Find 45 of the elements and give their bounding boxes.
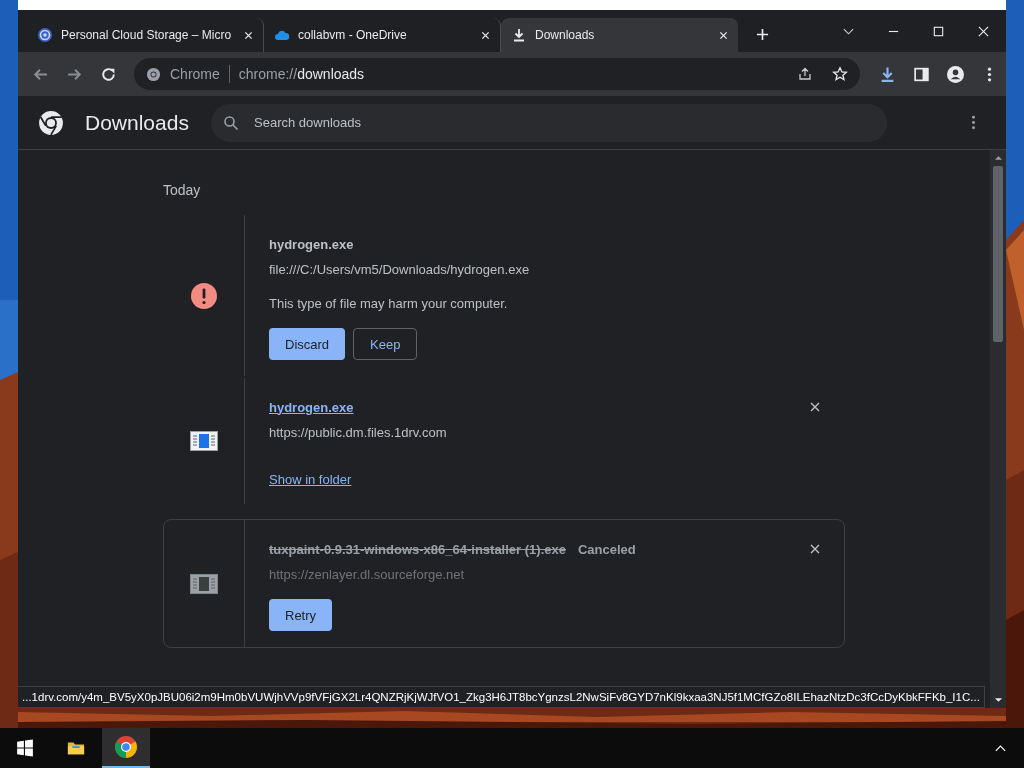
- search-icon: [223, 114, 239, 131]
- share-icon[interactable]: [797, 66, 813, 82]
- chrome-icon: [146, 66, 161, 82]
- reload-icon[interactable]: [100, 65, 117, 83]
- secondary-button[interactable]: Keep: [353, 328, 418, 360]
- close-icon[interactable]: [810, 402, 820, 412]
- url-text: chrome://downloads: [238, 66, 365, 82]
- source-url: https://public.dm.files.1drv.com: [269, 425, 448, 440]
- chrome-taskbar-button[interactable]: [102, 728, 150, 768]
- site-label: Chrome: [170, 66, 220, 82]
- warning-icon: [190, 281, 218, 310]
- scroll-up-icon[interactable]: [993, 155, 1003, 161]
- scroll-down-icon[interactable]: [993, 697, 1003, 703]
- download-icon[interactable]: [879, 65, 896, 83]
- side-panel-icon[interactable]: [913, 65, 930, 83]
- star-icon[interactable]: [832, 66, 848, 82]
- file-icon: [190, 431, 218, 451]
- section-heading: Today: [163, 182, 202, 198]
- profile-icon[interactable]: [947, 65, 964, 83]
- chrome-logo-icon: [38, 109, 64, 136]
- windows-start-icon[interactable]: [16, 739, 34, 757]
- source-url: https://zenlayer.dl.sourceforge.net: [269, 567, 466, 582]
- file-name: hydrogen.exe: [269, 236, 354, 252]
- browser-tab[interactable]: Downloads: [501, 18, 738, 52]
- scrollbar[interactable]: [990, 150, 1006, 708]
- action-button[interactable]: Retry: [269, 599, 333, 631]
- page-title: Downloads: [85, 110, 190, 135]
- file-icon: [190, 573, 218, 594]
- close-icon[interactable]: [810, 544, 820, 554]
- status-text: Canceled: [577, 541, 636, 557]
- file-name: tuxpaint-0.9.31-windows-x86_64-installer (1).exe: [269, 541, 566, 557]
- search-field[interactable]: Search downloads: [211, 103, 887, 142]
- scrollbar-thumb[interactable]: [993, 166, 1003, 342]
- status-bar: ...1drv.com/y4m_BV5yX0pJBU06i2m9Hm0bVUWjhVVp9fVFjGX2Lr4QNZRjKjWJfVO1_Zkg3H6JT8bcYgnzsL2NwSiFv8GYD7nKl9kxaa3NJ5f1MCfGZo8ILEhazNtzDc3fCcDyKbkFFKb_I1C...: [18, 686, 985, 708]
- address-bar[interactable]: Chrome chrome://downloads: [134, 58, 860, 90]
- swirl-icon: [37, 27, 53, 43]
- file-name-link[interactable]: hydrogen.exe: [269, 399, 354, 415]
- maximize-icon[interactable]: [932, 24, 945, 38]
- action-button[interactable]: Discard: [269, 328, 346, 360]
- source-url: file:///C:/Users/vm5/Downloads/hydrogen.exe: [269, 262, 531, 277]
- show-in-folder-link[interactable]: Show in folder: [269, 472, 352, 487]
- chrome-icon: [114, 735, 138, 759]
- download-icon: [511, 27, 527, 43]
- new-tab-icon[interactable]: [756, 28, 769, 41]
- warning-text: This type of file may harm your computer.: [269, 296, 509, 311]
